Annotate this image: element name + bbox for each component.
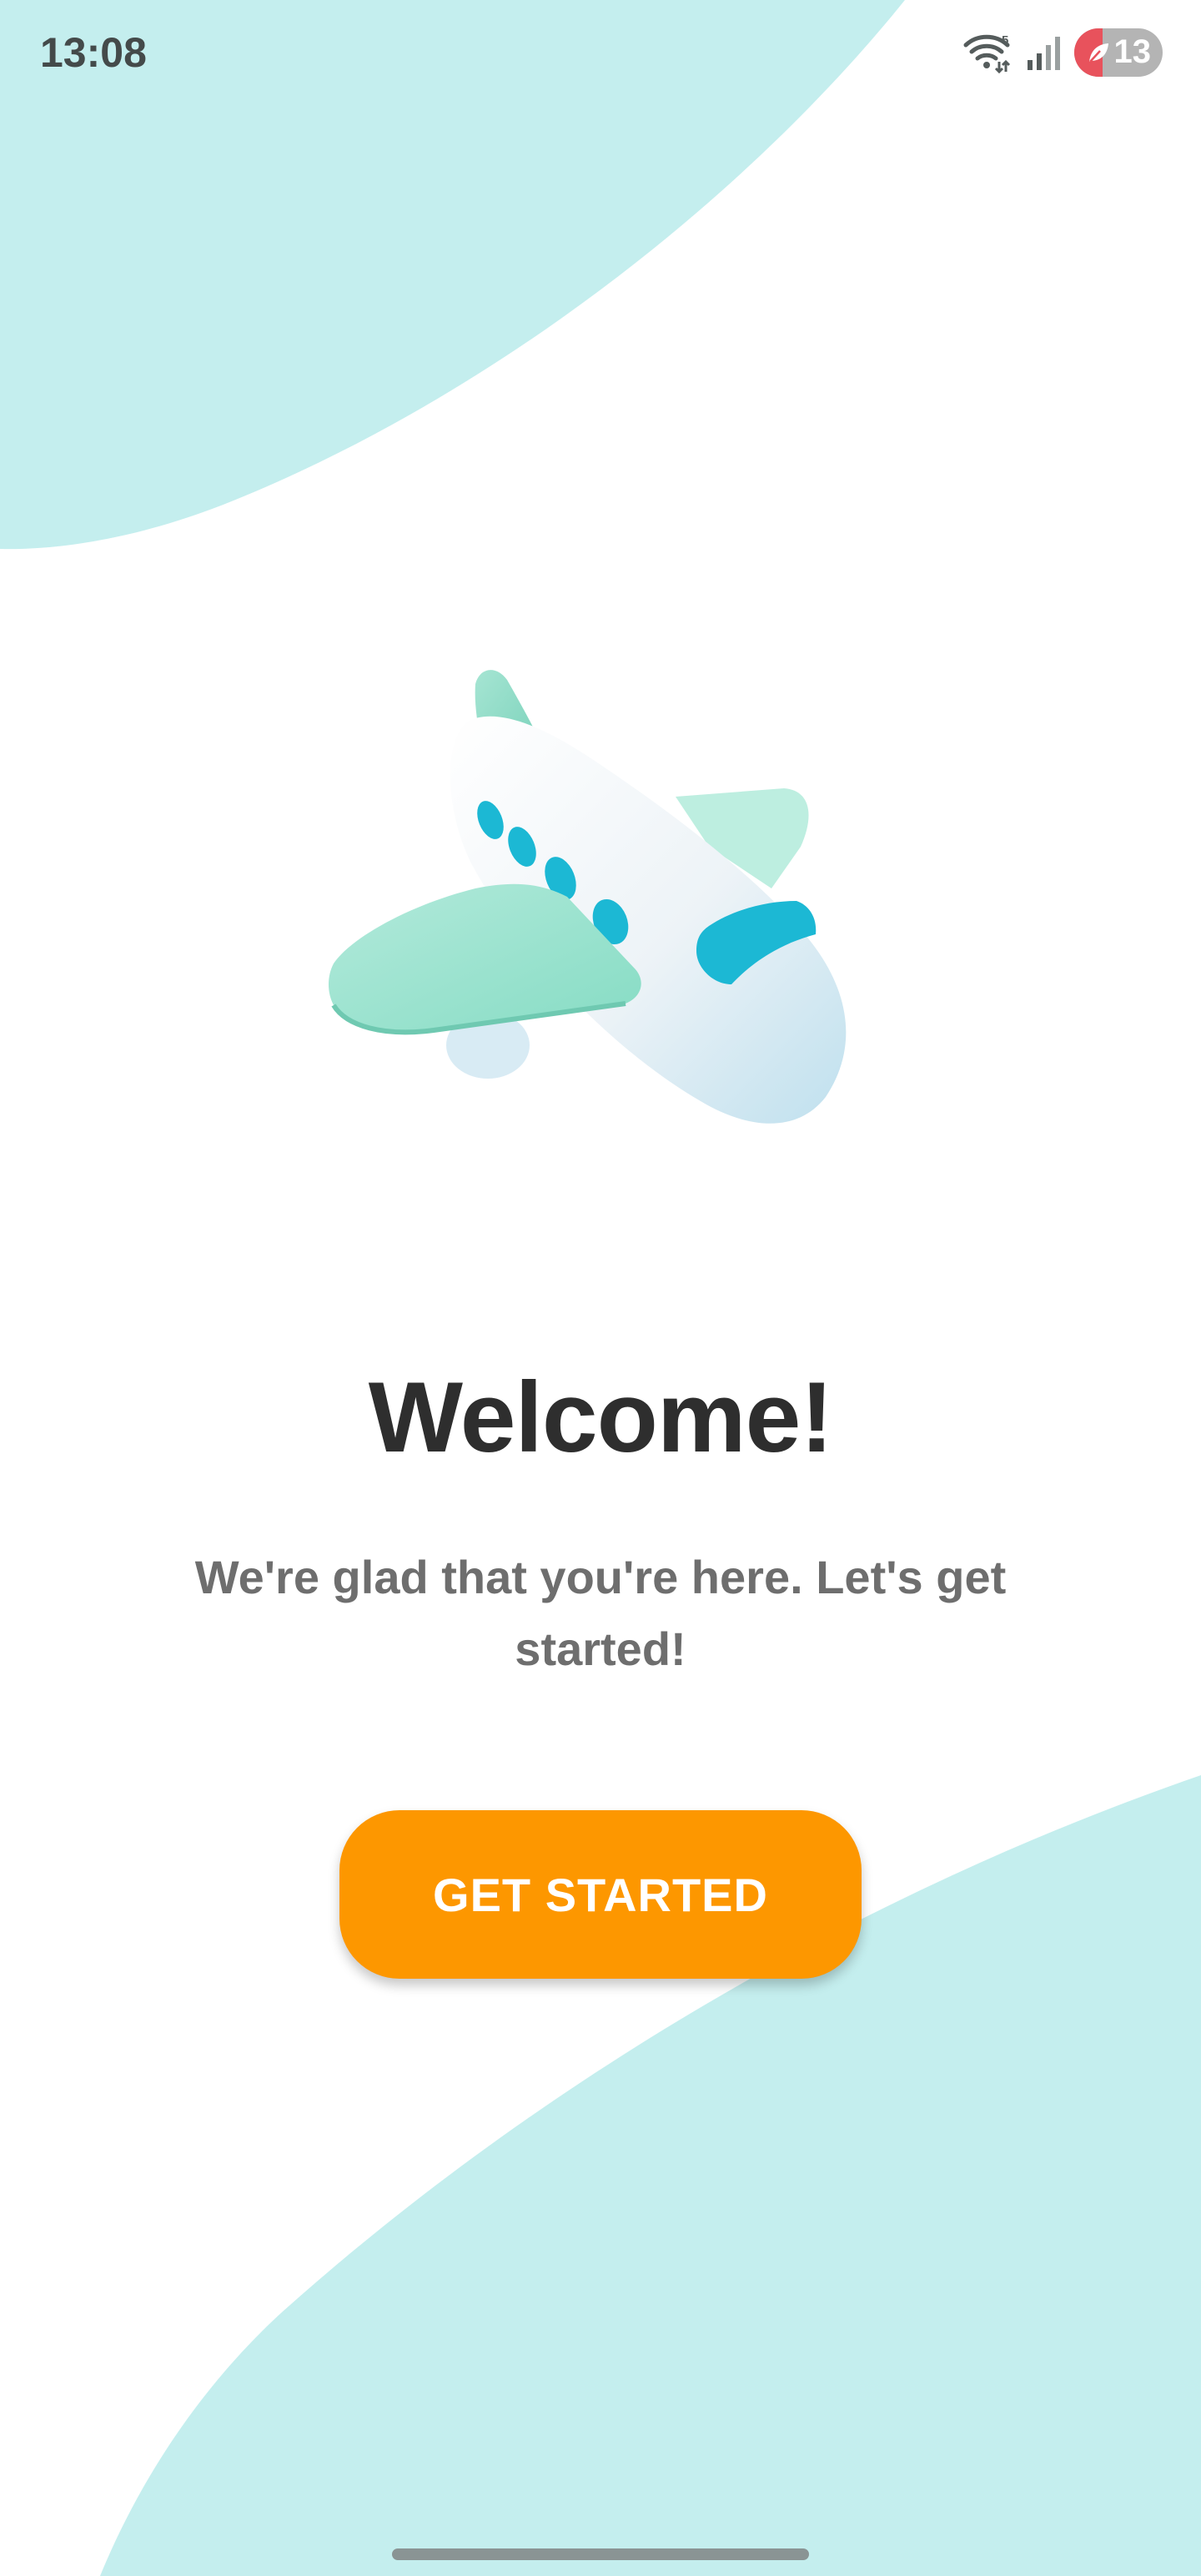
welcome-subtitle: We're glad that you're here. Let's get s… (194, 1551, 1007, 1675)
get-started-label: GET STARTED (433, 1868, 768, 1921)
battery-level: 13 (1113, 33, 1152, 70)
welcome-title: Welcome! (368, 1361, 834, 1473)
get-started-button[interactable]: GET STARTED (339, 1810, 862, 1979)
home-indicator[interactable] (392, 2548, 809, 2560)
wifi-badge: 5 (1002, 33, 1008, 48)
status-icons: 5 13 (962, 28, 1163, 77)
welcome-screen: 13:08 5 13 Welcome! We're glad that you'… (0, 0, 1201, 2576)
airplane-illustration (329, 670, 847, 1124)
signal-icon (1028, 37, 1060, 70)
wifi-icon: 5 (963, 33, 1011, 73)
background-blobs (0, 0, 1201, 2576)
battery-icon: 13 (1074, 28, 1163, 77)
status-bar: 13:08 5 13 (0, 0, 1201, 108)
status-time: 13:08 (40, 29, 147, 76)
battery-saver-icon (1089, 43, 1108, 63)
